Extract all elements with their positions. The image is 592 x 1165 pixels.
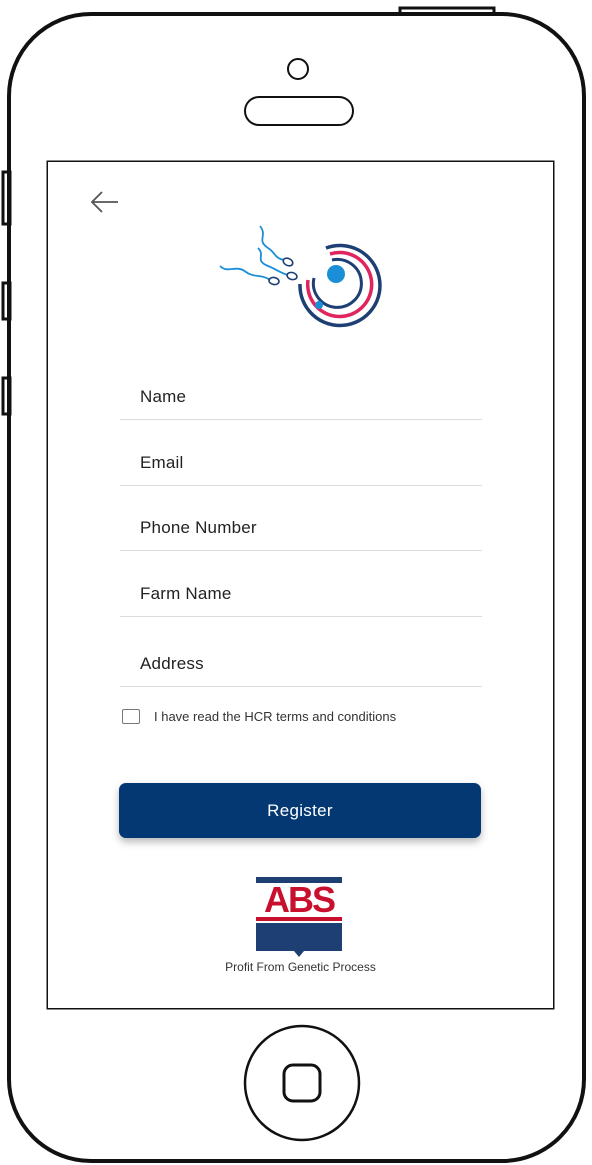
abs-logo: ABS bbox=[256, 877, 342, 957]
phone-number-field-label: Phone Number bbox=[140, 518, 257, 537]
name-field-label: Name bbox=[140, 387, 187, 406]
brand-tagline: Profit From Genetic Process bbox=[225, 960, 376, 974]
farm-name-field-label: Farm Name bbox=[140, 584, 232, 603]
phone-mockup: Name Email Phone Number Farm Name Addres… bbox=[0, 0, 592, 1165]
register-button[interactable]: Register bbox=[119, 783, 481, 838]
email-field-label: Email bbox=[140, 453, 184, 472]
name-field[interactable]: Name bbox=[120, 372, 482, 420]
farm-name-field[interactable]: Farm Name bbox=[120, 569, 482, 617]
terms-row: I have read the HCR terms and conditions bbox=[122, 707, 482, 727]
back-button[interactable] bbox=[86, 184, 126, 220]
address-field[interactable]: Address bbox=[120, 640, 482, 687]
sperm-egg-logo-icon bbox=[219, 225, 382, 328]
email-field[interactable]: Email bbox=[120, 438, 482, 486]
terms-checkbox[interactable] bbox=[122, 709, 140, 724]
speaker-grill bbox=[244, 96, 354, 126]
front-camera bbox=[287, 58, 309, 80]
app-screen: Name Email Phone Number Farm Name Addres… bbox=[48, 162, 553, 1008]
arrow-left-icon bbox=[90, 191, 118, 213]
address-field-label: Address bbox=[140, 654, 204, 673]
abs-logo-text: ABS bbox=[264, 879, 335, 920]
phone-number-field[interactable]: Phone Number bbox=[120, 503, 482, 551]
home-button-icon[interactable] bbox=[243, 1024, 361, 1142]
terms-label[interactable]: I have read the HCR terms and conditions bbox=[154, 709, 396, 724]
home-square-icon bbox=[282, 1063, 322, 1103]
